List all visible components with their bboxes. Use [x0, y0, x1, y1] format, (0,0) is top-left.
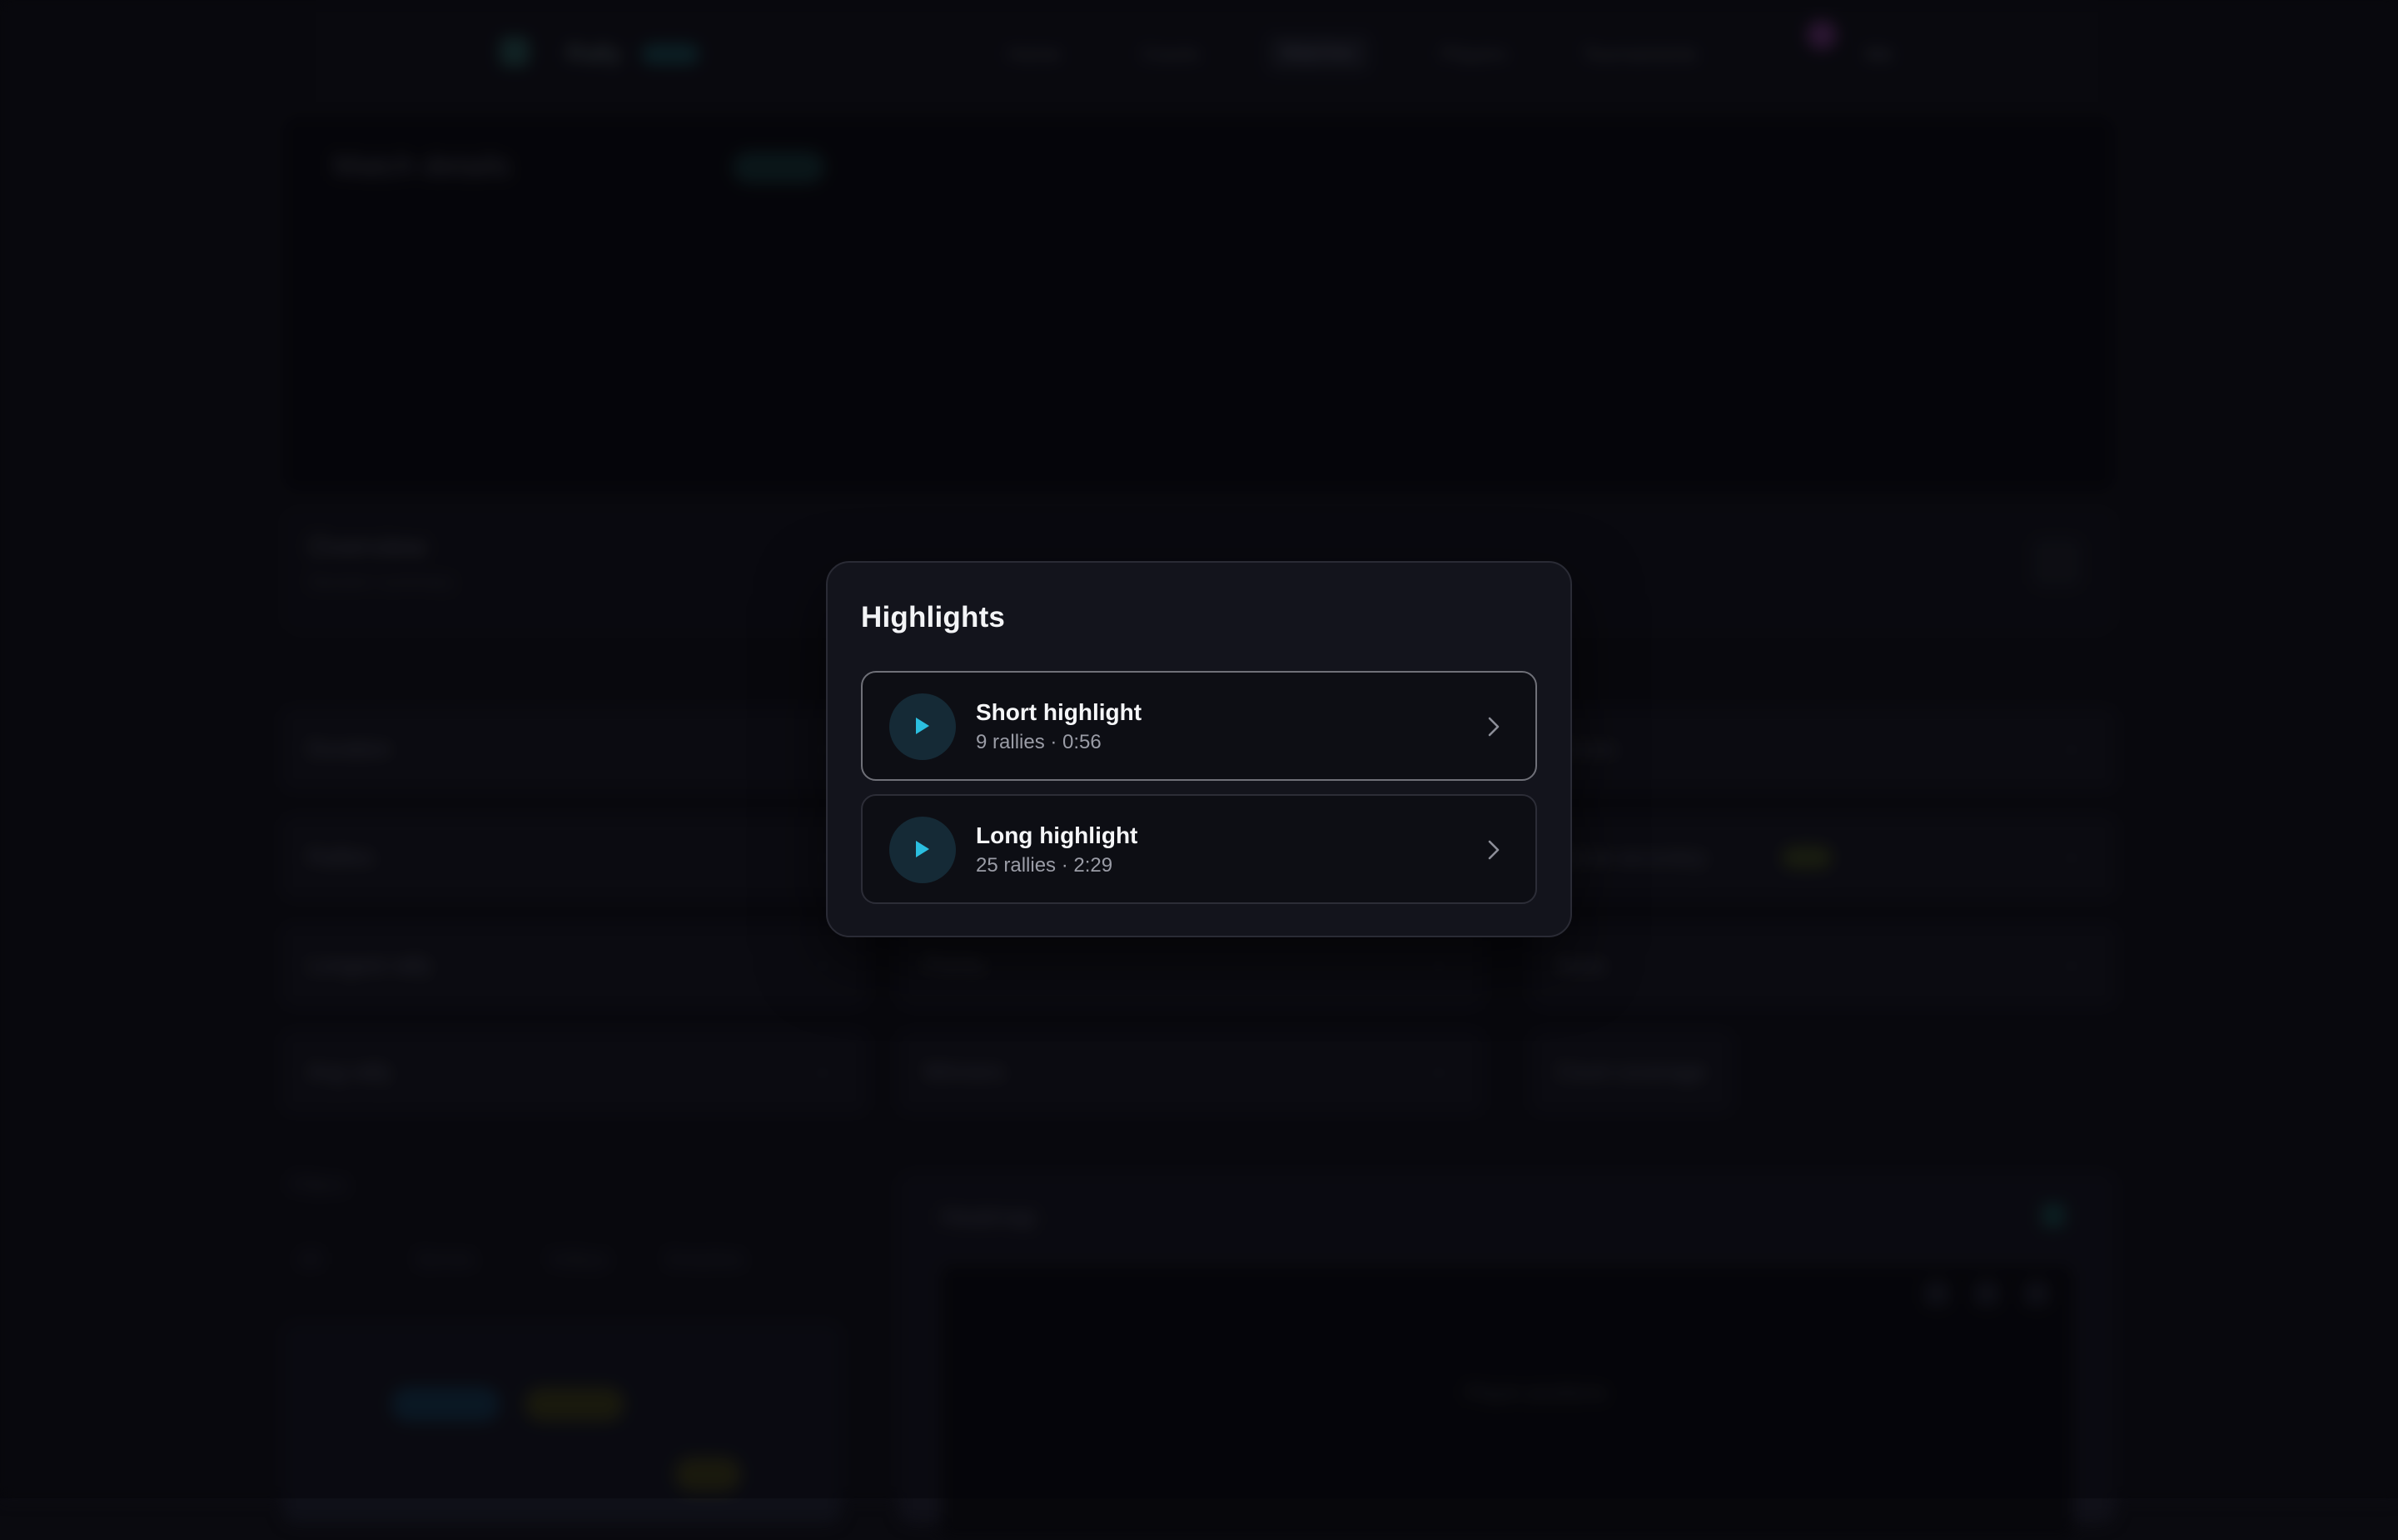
- play-icon: [916, 718, 929, 734]
- play-button[interactable]: [889, 817, 956, 883]
- chevron-right-icon: [1488, 717, 1500, 737]
- play-icon: [916, 841, 929, 857]
- dialog-title: Highlights: [861, 601, 1006, 633]
- highlight-name: Long highlight: [976, 822, 1138, 848]
- highlights-dialog: Highlights Short highlight 9 rallies · 0…: [826, 561, 1572, 937]
- highlight-meta: 9 rallies · 0:56: [976, 731, 1102, 753]
- highlight-meta: 25 rallies · 2:29: [976, 854, 1113, 877]
- chevron-right-icon: [1488, 840, 1500, 860]
- highlight-name: Short highlight: [976, 699, 1142, 725]
- highlight-item-long[interactable]: Long highlight 25 rallies · 2:29: [861, 794, 1537, 904]
- play-button[interactable]: [889, 693, 956, 760]
- highlight-item-short[interactable]: Short highlight 9 rallies · 0:56: [861, 671, 1537, 781]
